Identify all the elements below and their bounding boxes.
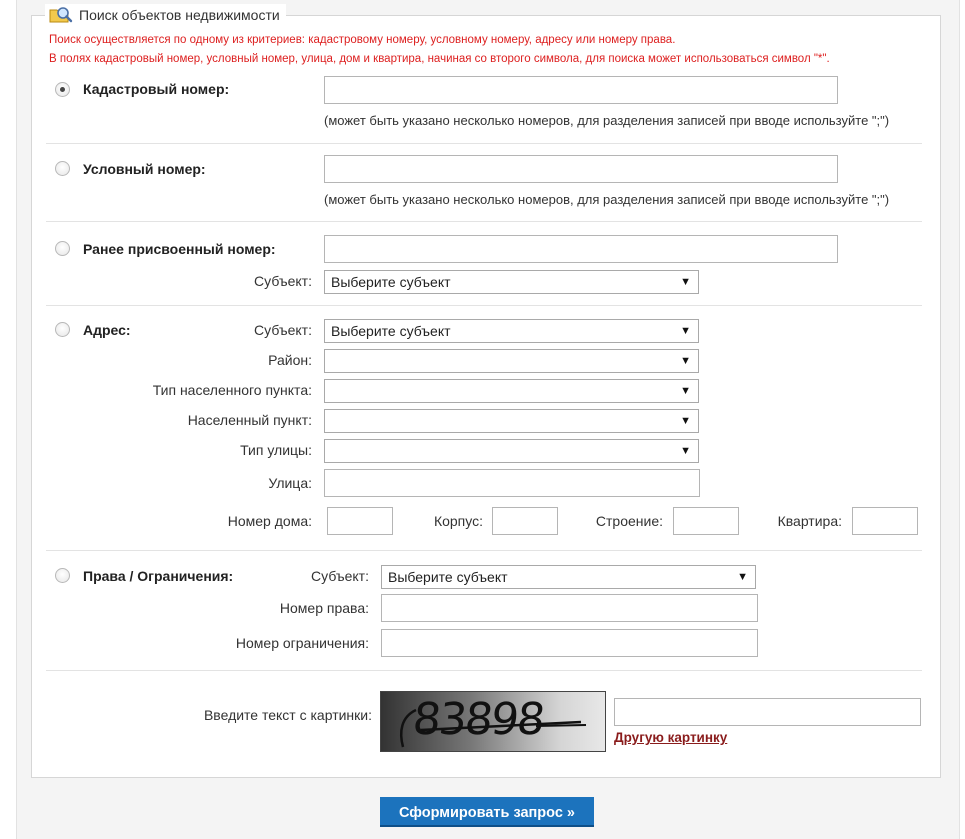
dropdown-arrow-icon: ▼ xyxy=(737,571,748,583)
radio-previous[interactable] xyxy=(55,241,70,256)
rights-subject-select[interactable]: Выберите субъект ▼ xyxy=(381,565,756,589)
street-type-select[interactable]: ▼ xyxy=(324,439,699,463)
cadastral-input[interactable] xyxy=(324,76,838,104)
fieldset-legend: Поиск объектов недвижимости xyxy=(45,4,286,26)
previous-subject-value: Выберите субъект xyxy=(331,274,451,290)
divider xyxy=(46,550,922,551)
right-number-input[interactable] xyxy=(381,594,758,622)
dropdown-arrow-icon: ▼ xyxy=(680,325,691,337)
radio-cadastral[interactable] xyxy=(55,82,70,97)
previous-subject-select[interactable]: Выберите субъект ▼ xyxy=(324,270,699,294)
district-select[interactable]: ▼ xyxy=(324,349,699,373)
radio-address[interactable] xyxy=(55,322,70,337)
address-subject-value: Выберите субъект xyxy=(331,323,451,339)
settlement-label: Населенный пункт: xyxy=(187,412,312,428)
radio-rights[interactable] xyxy=(55,568,70,583)
radio-conditional[interactable] xyxy=(55,161,70,176)
building-label: Строение: xyxy=(595,513,663,529)
settlement-type-label: Тип населенного пункта: xyxy=(152,382,312,398)
settlement-type-select[interactable]: ▼ xyxy=(324,379,699,403)
address-label: Адрес: xyxy=(83,322,131,338)
corpus-label: Корпус: xyxy=(433,513,483,529)
street-label: Улица: xyxy=(268,475,312,491)
search-note-2: В полях кадастровый номер, условный номе… xyxy=(49,53,830,65)
house-input[interactable] xyxy=(327,507,393,535)
rights-subject-value: Выберите субъект xyxy=(388,569,508,585)
captcha-input[interactable] xyxy=(614,698,921,726)
divider xyxy=(46,305,922,306)
previous-label: Ранее присвоенный номер: xyxy=(83,241,276,257)
rights-label: Права / Ограничения: xyxy=(83,568,234,584)
rights-subject-label: Субъект: xyxy=(311,568,369,584)
corpus-input[interactable] xyxy=(492,507,558,535)
conditional-input[interactable] xyxy=(324,155,838,183)
building-input[interactable] xyxy=(673,507,739,535)
dropdown-arrow-icon: ▼ xyxy=(680,445,691,457)
district-label: Район: xyxy=(268,352,312,368)
street-type-label: Тип улицы: xyxy=(240,442,312,458)
search-note-1: Поиск осуществляется по одному из критер… xyxy=(49,34,676,46)
restriction-number-input[interactable] xyxy=(381,629,758,657)
house-label: Номер дома: xyxy=(227,513,312,529)
previous-input[interactable] xyxy=(324,235,838,263)
address-subject-label: Субъект: xyxy=(254,322,312,338)
restriction-number-label: Номер ограничения: xyxy=(235,635,369,651)
captcha-image: 83898 xyxy=(380,691,606,752)
dropdown-arrow-icon: ▼ xyxy=(680,415,691,427)
fieldset-title: Поиск объектов недвижимости xyxy=(79,7,280,23)
divider xyxy=(46,221,922,222)
captcha-label: Введите текст с картинки: xyxy=(203,707,372,723)
cadastral-label: Кадастровый номер: xyxy=(83,81,230,97)
dropdown-arrow-icon: ▼ xyxy=(680,355,691,367)
cadastral-hint: (может быть указано несколько номеров, д… xyxy=(324,113,890,128)
submit-request-button[interactable]: Сформировать запрос » xyxy=(380,797,594,827)
previous-subject-label: Субъект: xyxy=(254,273,312,289)
right-number-label: Номер права: xyxy=(279,600,369,616)
apartment-input[interactable] xyxy=(852,507,918,535)
address-subject-select[interactable]: Выберите субъект ▼ xyxy=(324,319,699,343)
settlement-select[interactable]: ▼ xyxy=(324,409,699,433)
street-input[interactable] xyxy=(324,469,700,497)
divider xyxy=(46,670,922,671)
captcha-text: 83898 xyxy=(410,694,546,745)
conditional-hint: (может быть указано несколько номеров, д… xyxy=(324,192,890,207)
conditional-label: Условный номер: xyxy=(83,161,206,177)
dropdown-arrow-icon: ▼ xyxy=(680,385,691,397)
another-captcha-link[interactable]: Другую картинку xyxy=(614,730,727,745)
dropdown-arrow-icon: ▼ xyxy=(680,276,691,288)
apartment-label: Квартира: xyxy=(777,513,842,529)
divider xyxy=(46,143,922,144)
search-folder-icon xyxy=(49,5,73,25)
